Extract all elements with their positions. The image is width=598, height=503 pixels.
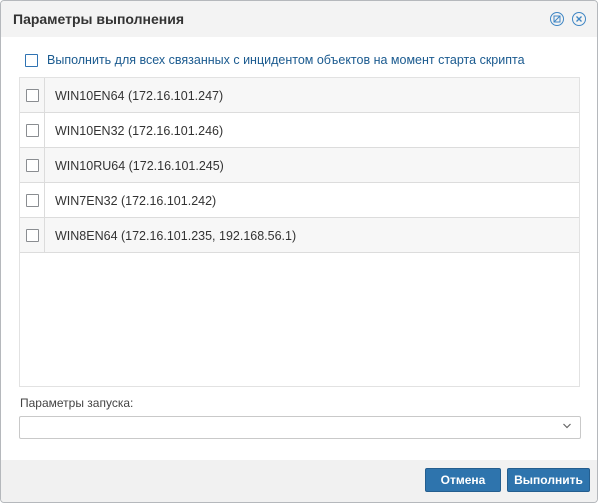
minimize-icon[interactable] xyxy=(550,12,564,26)
chevron-down-icon[interactable] xyxy=(562,421,572,431)
host-checkbox[interactable] xyxy=(26,124,39,137)
dialog-header: Параметры выполнения xyxy=(1,1,597,37)
host-label: WIN10EN64 (172.16.101.247) xyxy=(55,89,224,103)
close-icon[interactable] xyxy=(572,12,586,26)
dialog-title: Параметры выполнения xyxy=(13,11,184,27)
select-all-checkbox[interactable] xyxy=(25,53,38,67)
dialog-body: Выполнить для всех связанных с инциденто… xyxy=(1,37,597,460)
host-checkbox-cell xyxy=(20,78,45,112)
host-checkbox[interactable] xyxy=(26,194,39,207)
host-row[interactable]: WIN10EN32 (172.16.101.246) xyxy=(20,113,579,148)
host-label: WIN8EN64 (172.16.101.235, 192.168.56.1) xyxy=(55,229,297,243)
host-row[interactable]: WIN10EN64 (172.16.101.247) xyxy=(20,78,579,113)
host-checkbox-cell xyxy=(20,183,45,217)
host-checkbox-cell xyxy=(20,218,45,252)
host-checkbox[interactable] xyxy=(26,159,39,172)
host-label: WIN7EN32 (172.16.101.242) xyxy=(55,194,217,208)
host-label: WIN10RU64 (172.16.101.245) xyxy=(55,159,224,173)
select-all-label[interactable]: Выполнить для всех связанных с инциденто… xyxy=(47,53,525,67)
dialog-footer: Отмена Выполнить xyxy=(1,460,597,502)
host-checkbox[interactable] xyxy=(26,89,39,102)
select-all-row[interactable]: Выполнить для всех связанных с инциденто… xyxy=(25,53,525,67)
host-row[interactable]: WIN7EN32 (172.16.101.242) xyxy=(20,183,579,218)
hosts-list: WIN10EN64 (172.16.101.247) WIN10EN32 (17… xyxy=(19,77,580,387)
host-row[interactable]: WIN10RU64 (172.16.101.245) xyxy=(20,148,579,183)
run-button[interactable]: Выполнить xyxy=(507,468,590,492)
host-checkbox[interactable] xyxy=(26,229,39,242)
host-row[interactable]: WIN8EN64 (172.16.101.235, 192.168.56.1) xyxy=(20,218,579,253)
cancel-button[interactable]: Отмена xyxy=(425,468,501,492)
launch-params-label: Параметры запуска: xyxy=(20,396,134,410)
host-label: WIN10EN32 (172.16.101.246) xyxy=(55,124,224,138)
launch-params-select[interactable] xyxy=(19,416,581,439)
host-checkbox-cell xyxy=(20,148,45,182)
host-checkbox-cell xyxy=(20,113,45,147)
execution-parameters-dialog: Параметры выполнения Выполнить для всех … xyxy=(0,0,598,503)
